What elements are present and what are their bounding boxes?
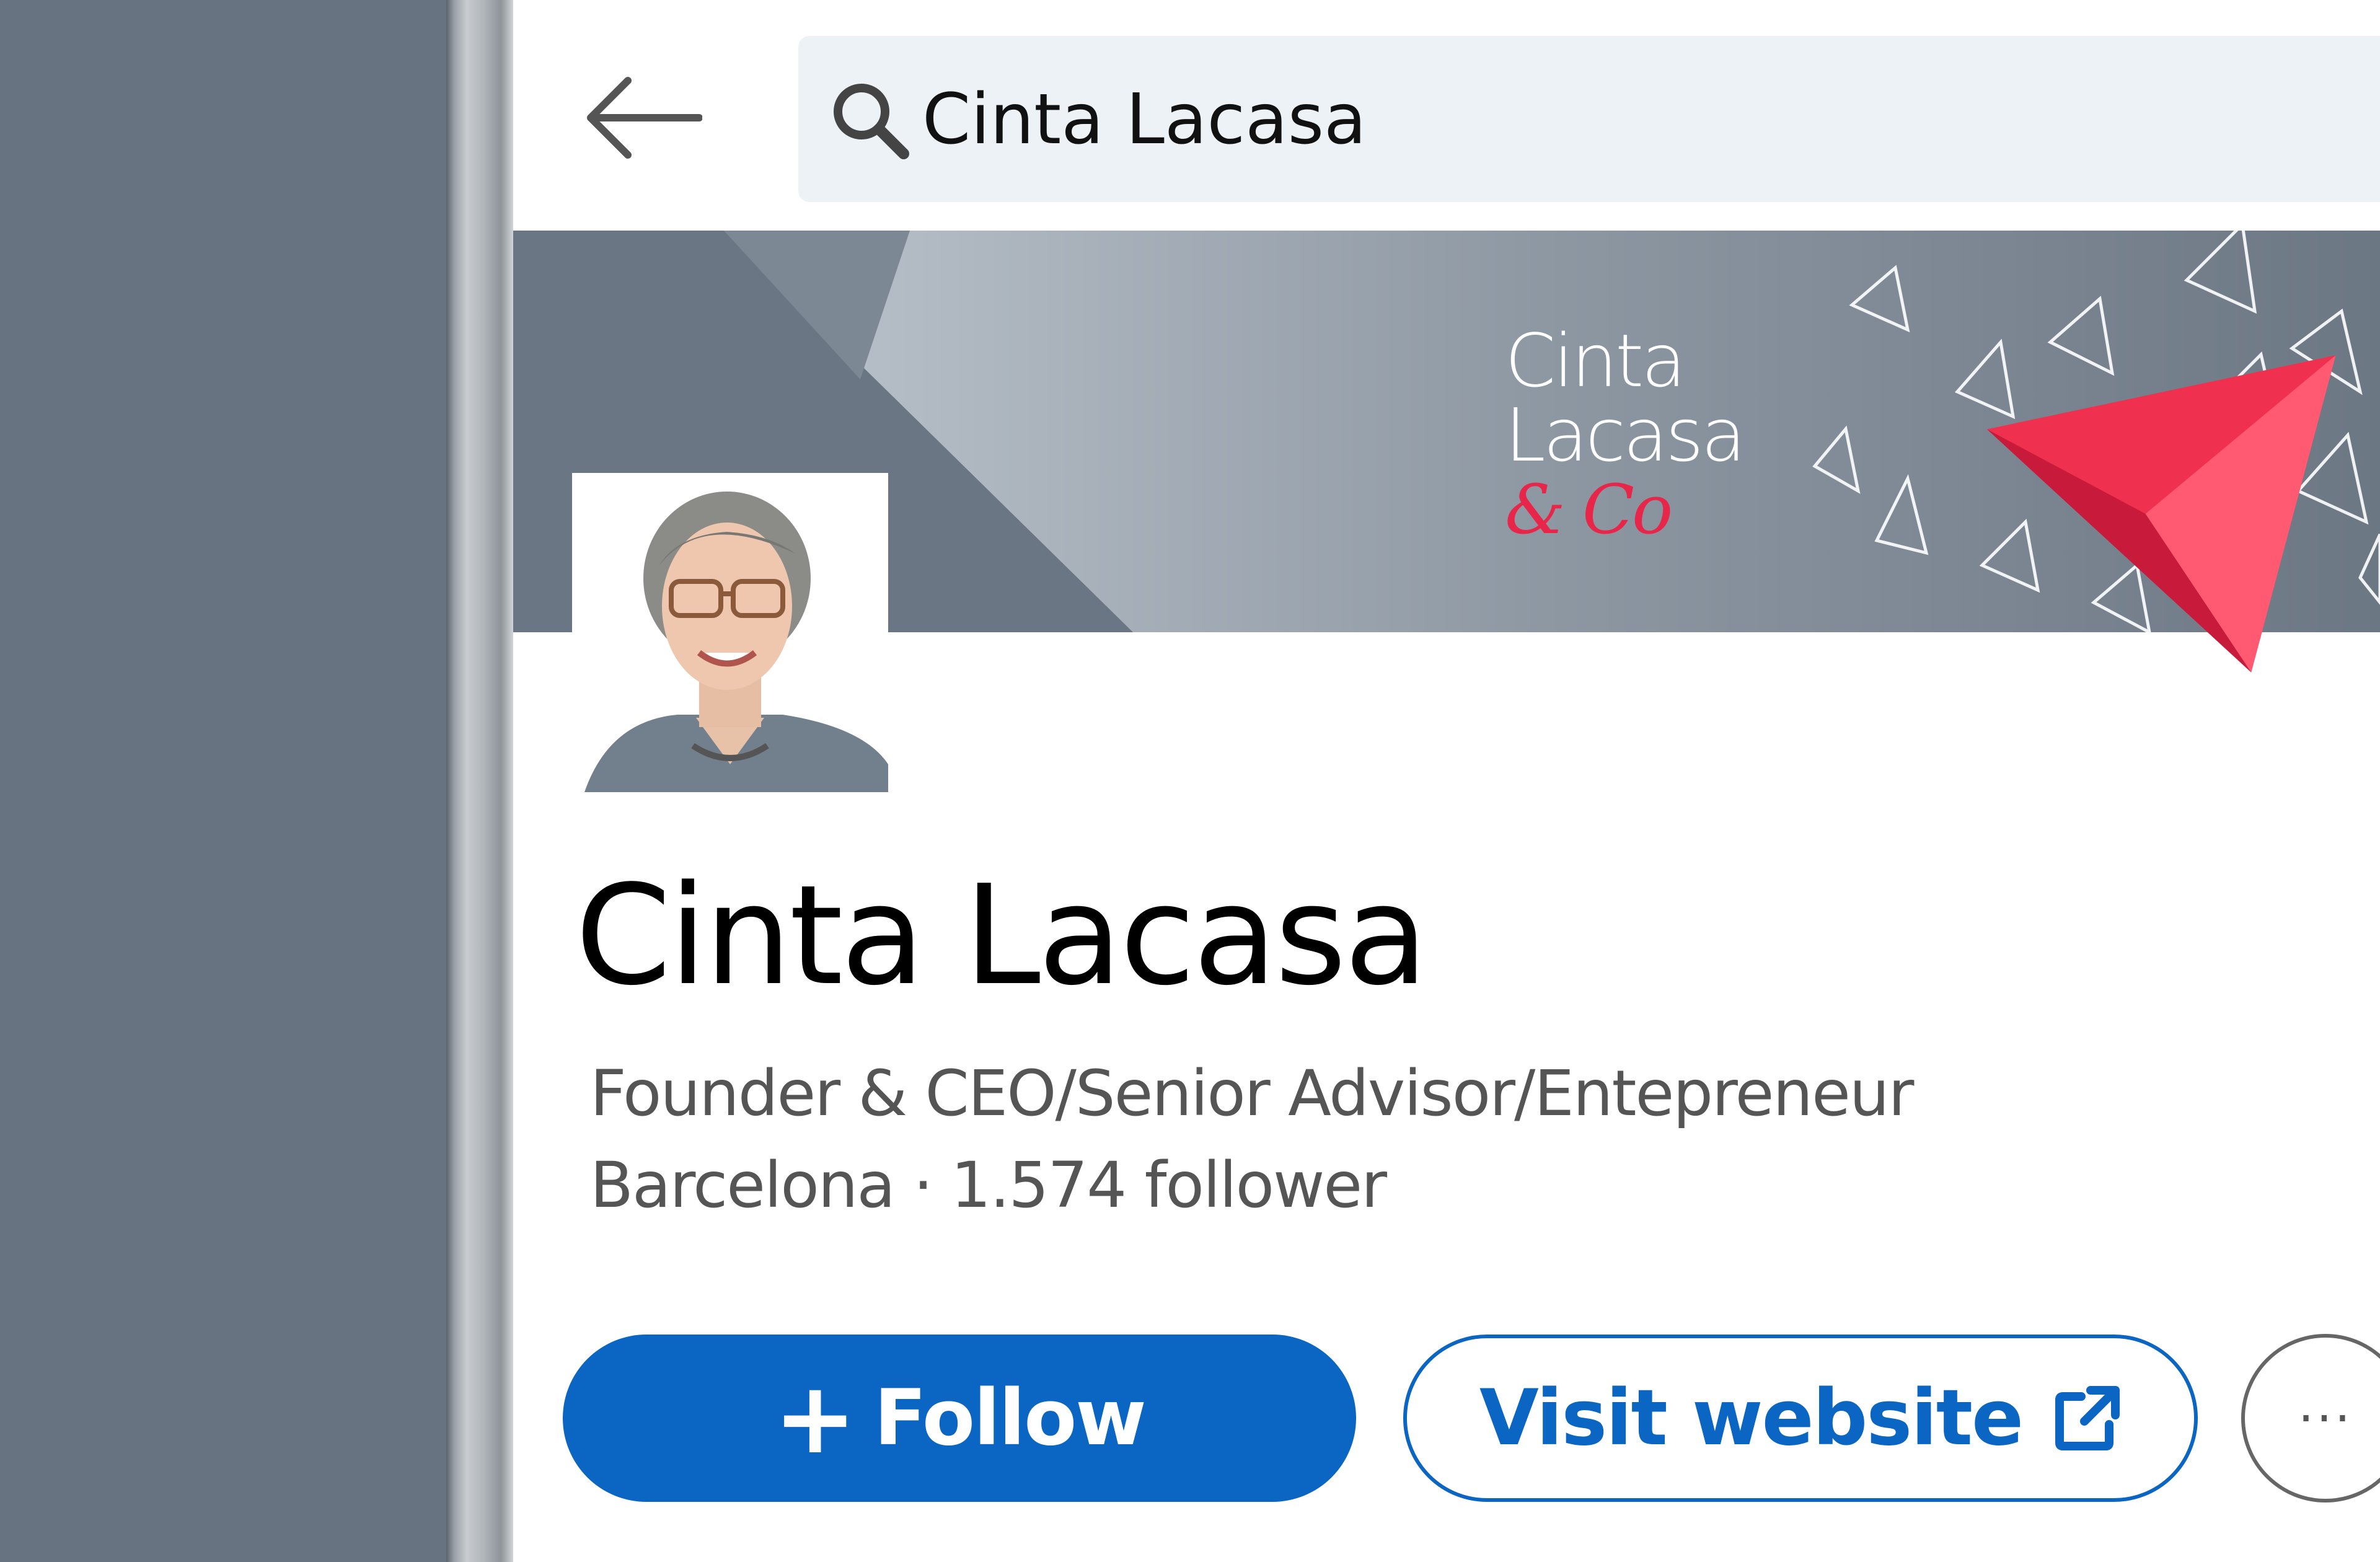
brand-logo-icon xyxy=(1986,355,2336,673)
visit-website-label: Visit website xyxy=(1479,1374,2024,1463)
app-screen: Cinta Lacasa & Co xyxy=(513,0,2380,1562)
visit-website-button[interactable]: Visit website xyxy=(1403,1335,2198,1502)
follow-label: Follow xyxy=(874,1374,1147,1463)
more-icon: ··· xyxy=(2298,1389,2353,1447)
profile-meta: Barcelona · 1.574 follower xyxy=(590,1149,1387,1222)
more-button[interactable]: ··· xyxy=(2241,1334,2380,1502)
search-input[interactable] xyxy=(922,67,2348,172)
avatar-photo xyxy=(572,473,888,792)
device-bezel xyxy=(446,0,514,1562)
search-icon xyxy=(834,84,909,159)
brand-line-3: & Co xyxy=(1505,470,1673,549)
profile-headline: Founder & CEO/Senior Advisor/Entepreneur xyxy=(590,1057,1914,1131)
plus-icon: + xyxy=(774,1360,857,1476)
brand-wordmark: Cinta Lacasa & Co xyxy=(1505,318,1746,549)
search-bar[interactable] xyxy=(798,36,2380,202)
brand-line-2: Lacasa xyxy=(1505,392,1746,478)
brand-line-1: Cinta xyxy=(1505,318,1686,404)
avatar[interactable] xyxy=(572,473,888,792)
follow-button[interactable]: + Follow xyxy=(563,1335,1356,1502)
back-button[interactable] xyxy=(581,74,705,161)
profile-name: Cinta Lacasa xyxy=(575,856,1429,1016)
external-link-icon xyxy=(2055,1386,2120,1450)
back-arrow-icon xyxy=(587,77,702,159)
